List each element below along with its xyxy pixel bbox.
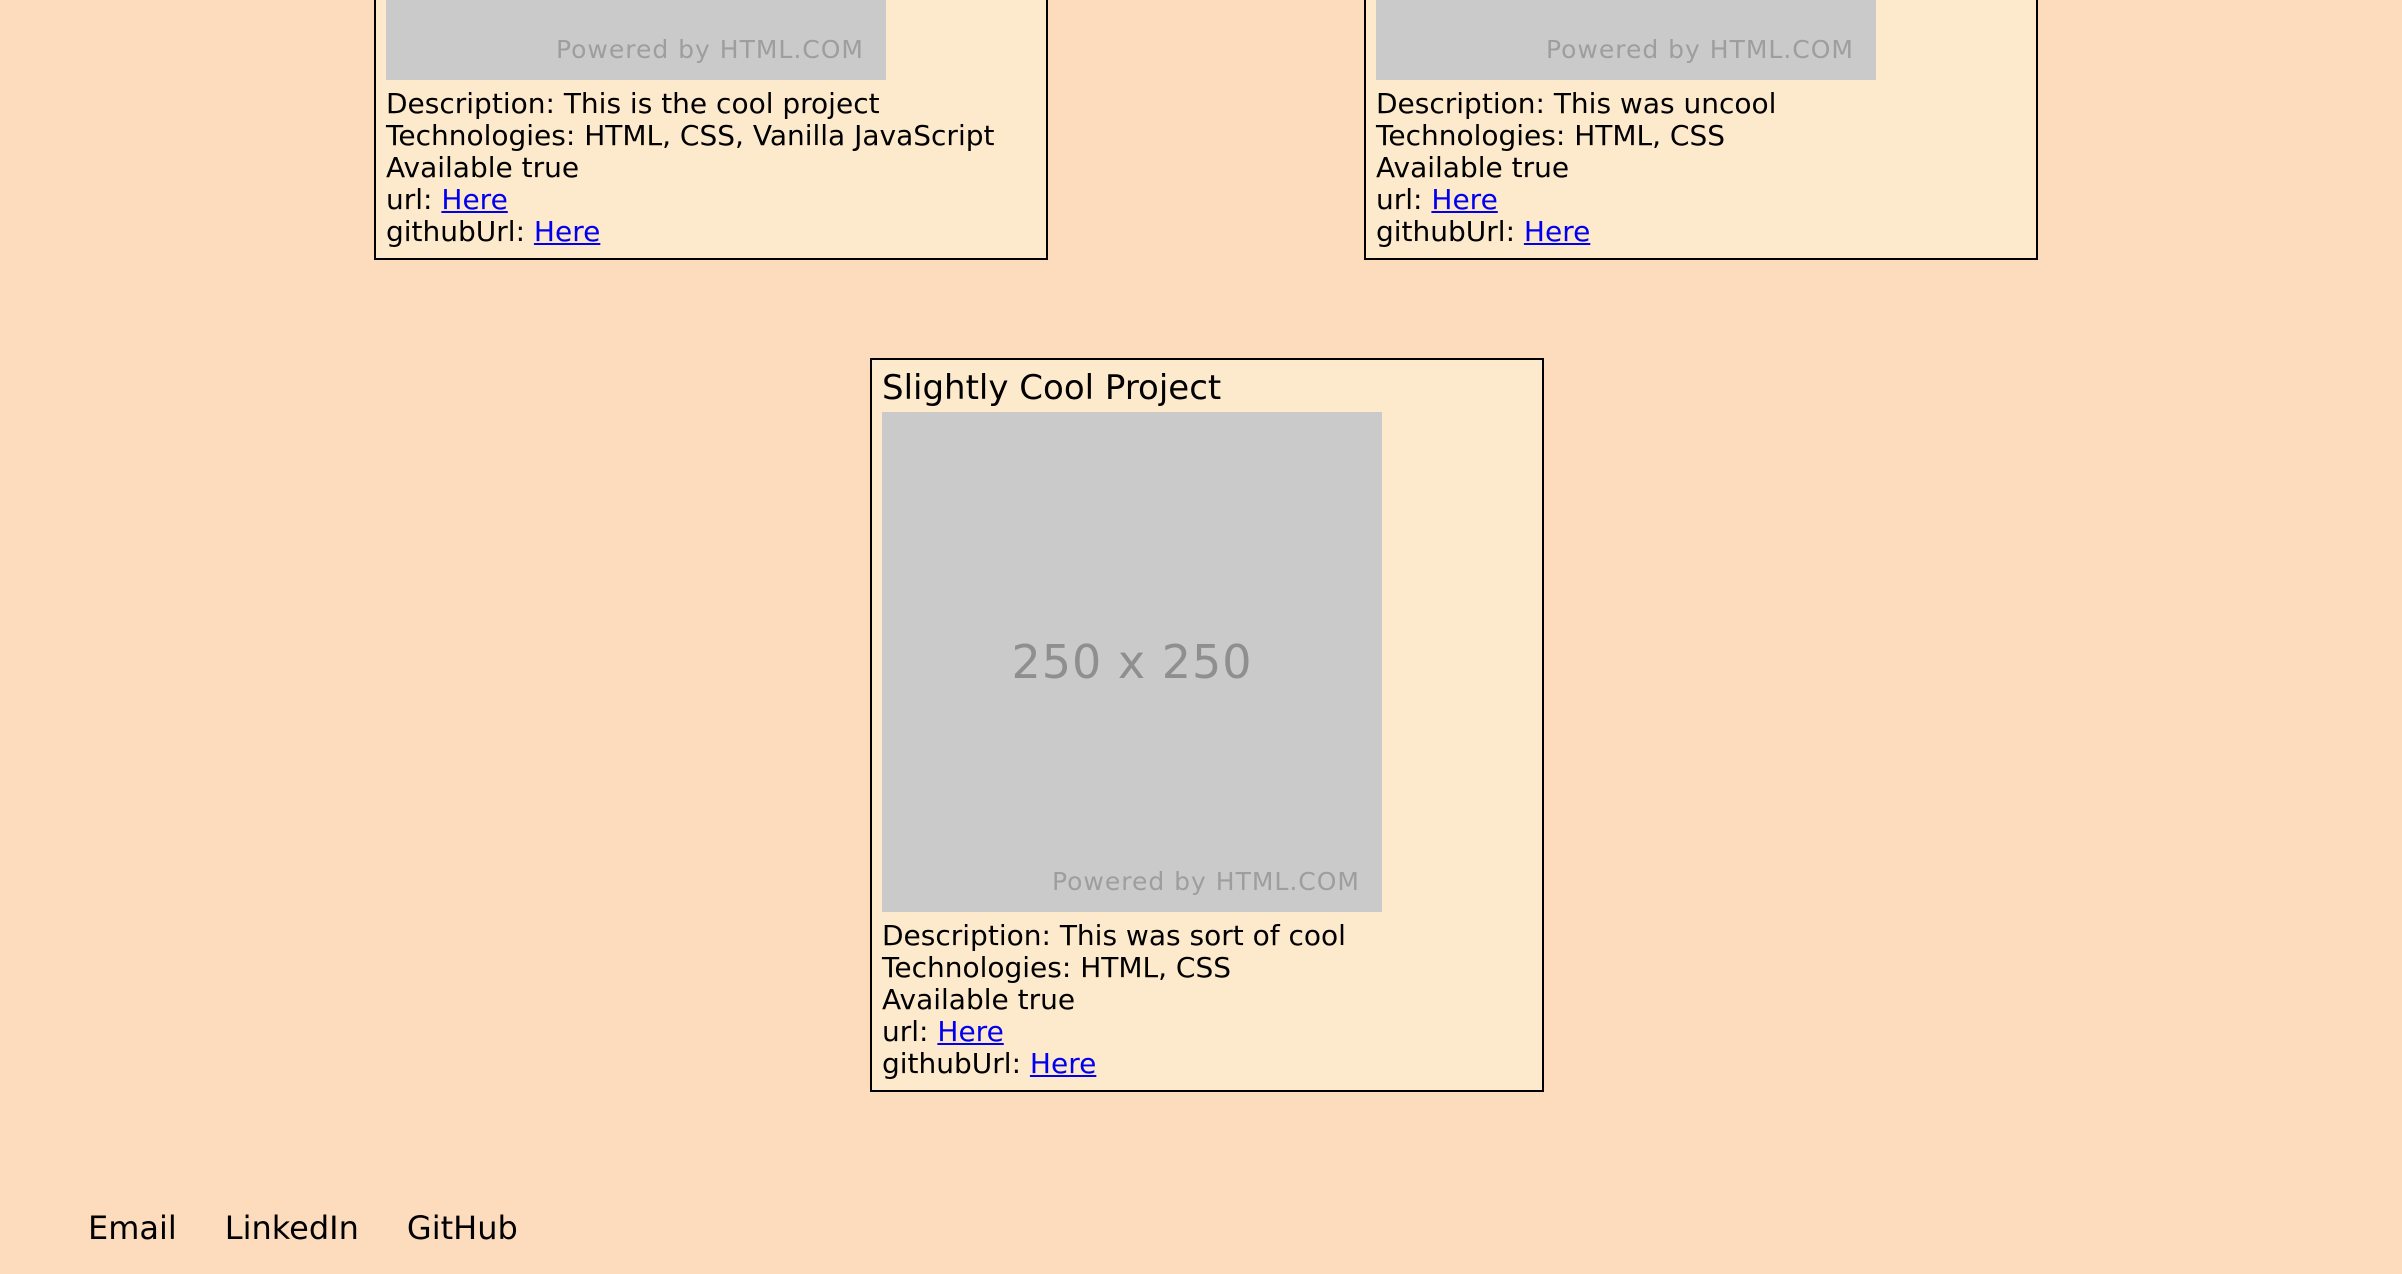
github-label: githubUrl: (1376, 215, 1516, 248)
description-row: Description: This was uncool (1376, 88, 2026, 120)
page: Powered by HTML.COM Description: This is… (0, 0, 2402, 1274)
github-link[interactable]: Here (1524, 215, 1590, 248)
url-label: url: (1376, 183, 1423, 216)
description-row: Description: This is the cool project (386, 88, 1036, 120)
url-row: url: Here (882, 1016, 1532, 1048)
url-label: url: (386, 183, 433, 216)
technologies-row: Technologies: HTML, CSS (1376, 120, 2026, 152)
technologies-value: HTML, CSS (1574, 119, 1726, 152)
project-card: Powered by HTML.COM Description: This wa… (1364, 0, 2038, 260)
github-label: githubUrl: (882, 1047, 1022, 1080)
available-value: true (1017, 983, 1076, 1016)
technologies-row: Technologies: HTML, CSS (882, 952, 1532, 984)
description-value: This was sort of cool (1059, 919, 1346, 952)
technologies-label: Technologies: (882, 951, 1072, 984)
github-row: githubUrl: Here (386, 216, 1036, 248)
technologies-row: Technologies: HTML, CSS, Vanilla JavaScr… (386, 120, 1036, 152)
github-link[interactable]: Here (534, 215, 600, 248)
project-info: Description: This was sort of cool Techn… (882, 920, 1532, 1080)
footer-link-github[interactable]: GitHub (407, 1208, 518, 1248)
github-row: githubUrl: Here (882, 1048, 1532, 1080)
description-value: This was uncool (1553, 87, 1777, 120)
footer-link-email[interactable]: Email (88, 1208, 177, 1248)
available-value: true (1511, 151, 1570, 184)
url-link[interactable]: Here (441, 183, 507, 216)
description-row: Description: This was sort of cool (882, 920, 1532, 952)
github-label: githubUrl: (386, 215, 526, 248)
url-link[interactable]: Here (1431, 183, 1497, 216)
technologies-label: Technologies: (386, 119, 576, 152)
available-label: Available (386, 151, 513, 184)
available-label: Available (1376, 151, 1503, 184)
available-row: Available true (386, 152, 1036, 184)
url-row: url: Here (386, 184, 1036, 216)
url-link[interactable]: Here (937, 1015, 1003, 1048)
available-label: Available (882, 983, 1009, 1016)
project-image-placeholder: Powered by HTML.COM (386, 0, 886, 80)
project-title: Slightly Cool Project (882, 368, 1222, 408)
url-label: url: (882, 1015, 929, 1048)
available-value: true (521, 151, 580, 184)
project-image-placeholder: 250 x 250 Powered by HTML.COM (882, 412, 1382, 912)
description-value: This is the cool project (563, 87, 880, 120)
footer-links: Email LinkedIn GitHub (88, 1208, 518, 1248)
technologies-value: HTML, CSS (1080, 951, 1232, 984)
placeholder-size-text: 250 x 250 (1011, 635, 1253, 689)
technologies-value: HTML, CSS, Vanilla JavaScript (584, 119, 995, 152)
description-label: Description: (386, 87, 555, 120)
placeholder-powered-text: Powered by HTML.COM (1545, 35, 1854, 64)
github-row: githubUrl: Here (1376, 216, 2026, 248)
available-row: Available true (1376, 152, 2026, 184)
url-row: url: Here (1376, 184, 2026, 216)
project-info: Description: This was uncool Technologie… (1376, 88, 2026, 248)
footer-link-linkedin[interactable]: LinkedIn (225, 1208, 359, 1248)
project-card: Slightly Cool Project 250 x 250 Powered … (870, 358, 1544, 1092)
placeholder-powered-text: Powered by HTML.COM (555, 35, 864, 64)
github-link[interactable]: Here (1030, 1047, 1096, 1080)
available-row: Available true (882, 984, 1532, 1016)
description-label: Description: (882, 919, 1051, 952)
project-card: Powered by HTML.COM Description: This is… (374, 0, 1048, 260)
project-image-placeholder: Powered by HTML.COM (1376, 0, 1876, 80)
description-label: Description: (1376, 87, 1545, 120)
placeholder-powered-text: Powered by HTML.COM (1051, 867, 1360, 896)
project-info: Description: This is the cool project Te… (386, 88, 1036, 248)
technologies-label: Technologies: (1376, 119, 1566, 152)
